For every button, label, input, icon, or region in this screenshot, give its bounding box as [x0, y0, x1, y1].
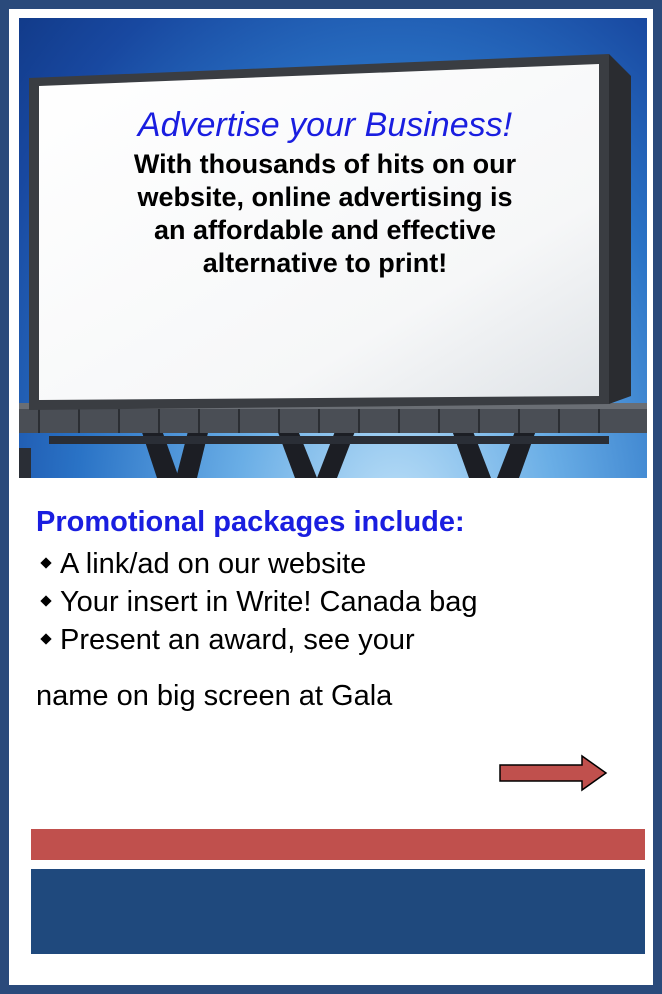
list-item-text: Your insert in Write! Canada bag — [60, 586, 478, 618]
diamond-bullet-icon — [40, 633, 52, 646]
red-divider-bar — [31, 829, 645, 860]
diamond-bullet-icon — [40, 557, 52, 570]
blue-footer-bar — [31, 869, 645, 954]
promo-section: Promotional packages include: A link/ad … — [36, 505, 636, 659]
billboard-image: Advertise your Business! With thousands … — [19, 18, 647, 478]
billboard-text: Advertise your Business! With thousands … — [75, 106, 575, 280]
ad-line: an affordable and effective — [153, 215, 497, 245]
ad-body: With thousands of hits on our website, o… — [75, 148, 575, 280]
ad-title: Advertise your Business! — [137, 106, 513, 144]
list-item-text: Present an award, see your — [60, 624, 415, 656]
list-item-text: A link/ad on our website — [60, 548, 367, 580]
list-item: A link/ad on our website — [36, 545, 636, 583]
list-item: Present an award, see your — [36, 621, 636, 659]
ad-line: website, online advertising is — [137, 182, 513, 212]
list-item: Your insert in Write! Canada bag — [36, 583, 636, 621]
ad-line: alternative to print! — [202, 248, 448, 278]
ad-line: With thousands of hits on our — [133, 149, 517, 179]
diamond-bullet-icon — [40, 595, 52, 608]
right-arrow-icon[interactable] — [498, 753, 608, 793]
promo-heading: Promotional packages include: — [36, 506, 465, 538]
list-item-continuation: name on big screen at Gala — [36, 680, 393, 712]
